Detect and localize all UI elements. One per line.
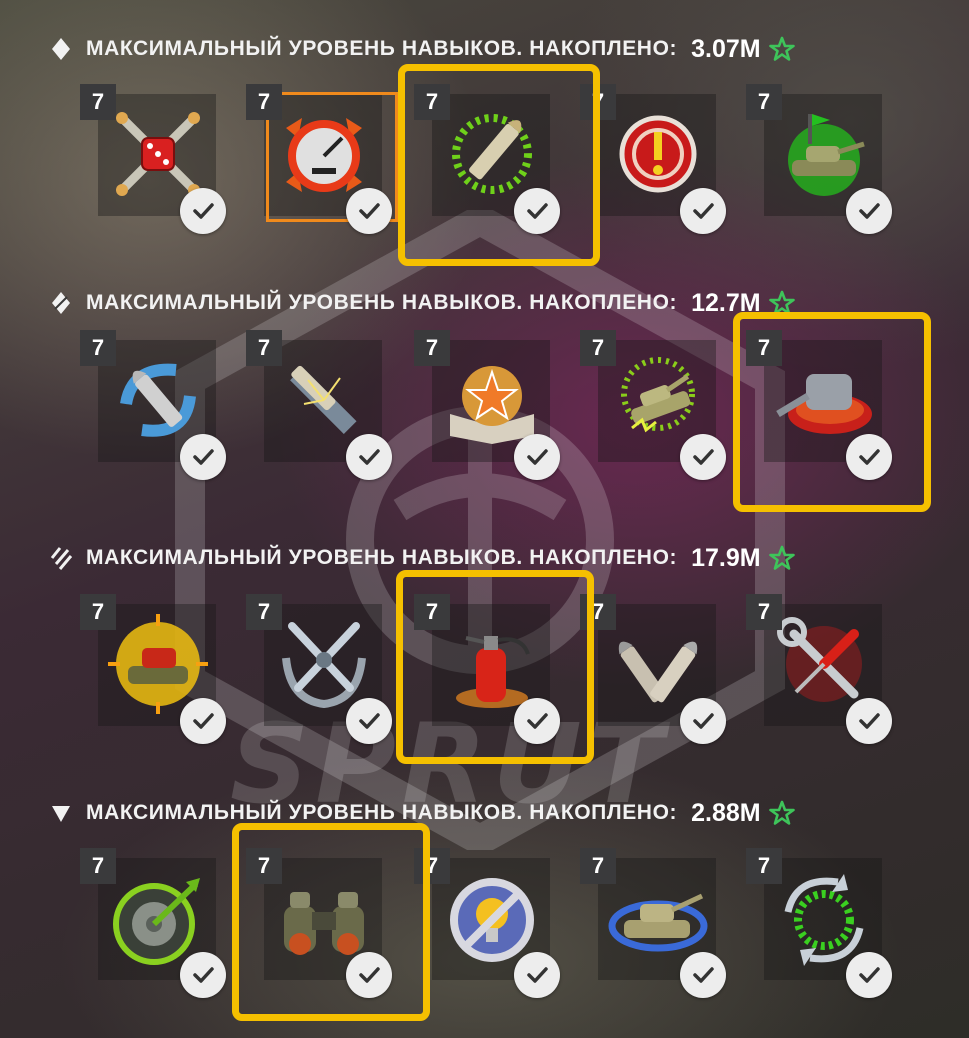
tier-value: 2.88M bbox=[691, 798, 761, 827]
checkmark-icon bbox=[180, 434, 226, 480]
skill-star-book[interactable]: 7 bbox=[414, 330, 560, 480]
checkmark-icon bbox=[846, 188, 892, 234]
triangle-down-icon bbox=[50, 802, 72, 824]
diamond-icon bbox=[50, 38, 72, 60]
skill-level-badge: 7 bbox=[746, 594, 782, 630]
skill-level-badge: 7 bbox=[246, 594, 282, 630]
skill-double-shells[interactable]: 7 bbox=[580, 594, 726, 744]
tier-value: 17.9M bbox=[691, 543, 761, 572]
skill-level-badge: 7 bbox=[246, 84, 282, 120]
skill-level-badge: 7 bbox=[80, 84, 116, 120]
checkmark-icon bbox=[180, 952, 226, 998]
tier-label: МАКСИМАЛЬНЫЙ УРОВЕНЬ НАВЫКОВ. НАКОПЛЕНО: bbox=[86, 291, 678, 314]
highlight-frame bbox=[396, 570, 594, 764]
skill-wrench-screwdriver[interactable]: 7 bbox=[746, 594, 892, 744]
star-icon bbox=[768, 800, 795, 825]
skill-level-badge: 7 bbox=[414, 330, 450, 366]
skill-tank-rotate[interactable]: 7 bbox=[580, 848, 726, 998]
skill-level-badge: 7 bbox=[80, 594, 116, 630]
highlight-frame bbox=[232, 823, 430, 1021]
checkmark-icon bbox=[680, 434, 726, 480]
skill-dice-shells[interactable]: 7 bbox=[80, 84, 226, 234]
checkmark-icon bbox=[346, 434, 392, 480]
tier-label: МАКСИМАЛЬНЫЙ УРОВЕНЬ НАВЫКОВ. НАКОПЛЕНО: bbox=[86, 546, 678, 569]
checkmark-icon bbox=[680, 952, 726, 998]
checkmark-icon bbox=[346, 698, 392, 744]
skill-tank-flag[interactable]: 7 bbox=[746, 84, 892, 234]
star-icon bbox=[768, 545, 795, 570]
tier-2-header: МАКСИМАЛЬНЫЙ УРОВЕНЬ НАВЫКОВ. НАКОПЛЕНО:… bbox=[50, 283, 795, 323]
checkmark-icon bbox=[680, 188, 726, 234]
tier-label: МАКСИМАЛЬНЫЙ УРОВЕНЬ НАВЫКОВ. НАКОПЛЕНО: bbox=[86, 801, 678, 824]
checkmark-icon bbox=[514, 434, 560, 480]
skill-curved-shell[interactable]: 7 bbox=[80, 330, 226, 480]
tier-label: МАКСИМАЛЬНЫЙ УРОВЕНЬ НАВЫКОВ. НАКОПЛЕНО: bbox=[86, 37, 678, 60]
skill-level-badge: 7 bbox=[746, 848, 782, 884]
skill-shell-armor-impact[interactable]: 7 bbox=[246, 330, 392, 480]
triple-stripe-icon bbox=[50, 547, 72, 570]
skill-refresh-circle[interactable]: 7 bbox=[746, 848, 892, 998]
skill-level-badge: 7 bbox=[246, 330, 282, 366]
skill-crossed-swords[interactable]: 7 bbox=[246, 594, 392, 744]
star-icon bbox=[768, 36, 795, 61]
tier-value: 3.07M bbox=[691, 34, 761, 63]
tier-1-header: МАКСИМАЛЬНЫЙ УРОВЕНЬ НАВЫКОВ. НАКОПЛЕНО:… bbox=[50, 29, 795, 69]
checkmark-icon bbox=[346, 188, 392, 234]
checkmark-icon bbox=[180, 188, 226, 234]
highlight-frame bbox=[733, 312, 931, 512]
checkmark-icon bbox=[514, 952, 560, 998]
skill-level-badge: 7 bbox=[746, 84, 782, 120]
checkmark-icon bbox=[680, 698, 726, 744]
skill-level-badge: 7 bbox=[580, 848, 616, 884]
split-diamond-icon bbox=[50, 292, 72, 314]
skill-alert-target[interactable]: 7 bbox=[580, 84, 726, 234]
skill-level-badge: 7 bbox=[80, 330, 116, 366]
skill-level-badge: 7 bbox=[80, 848, 116, 884]
skill-no-lightbulb[interactable]: 7 bbox=[414, 848, 560, 998]
checkmark-icon bbox=[846, 698, 892, 744]
checkmark-icon bbox=[846, 952, 892, 998]
highlight-frame bbox=[398, 64, 600, 266]
skill-wheel-arrow[interactable]: 7 bbox=[80, 848, 226, 998]
skill-sunburst-tank[interactable]: 7 bbox=[80, 594, 226, 744]
checkmark-icon bbox=[180, 698, 226, 744]
skill-electric-tank[interactable]: 7 bbox=[580, 330, 726, 480]
skill-level-badge: 7 bbox=[580, 330, 616, 366]
